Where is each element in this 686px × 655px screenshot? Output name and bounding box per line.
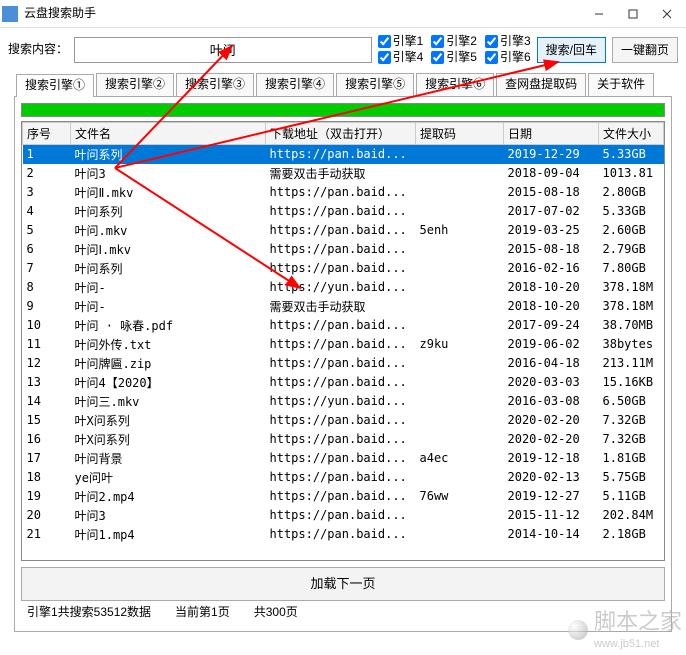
minimize-button[interactable]	[582, 1, 616, 27]
engine-checkbox-1[interactable]: 引擎1	[378, 34, 424, 50]
table-row[interactable]: 8叶问-https://yun.baid...2018-10-20378.18M	[23, 278, 664, 297]
tab-7[interactable]: 查网盘提取码	[496, 73, 586, 96]
flip-page-button[interactable]: 一键翻页	[612, 37, 678, 63]
results-table[interactable]: 序号 文件名 下载地址（双击打开） 提取码 日期 文件大小 1叶问系列https…	[21, 121, 665, 561]
status-total: 引擎1共搜索53512数据	[27, 605, 151, 621]
tab-3[interactable]: 搜索引擎③	[176, 73, 254, 96]
table-row[interactable]: 20叶问3https://pan.baid...2015-11-12202.84…	[23, 506, 664, 525]
status-page: 当前第1页	[175, 605, 230, 621]
table-row[interactable]: 5叶问.mkvhttps://pan.baid...5enh2019-03-25…	[23, 221, 664, 240]
engine-checkbox-2[interactable]: 引擎2	[431, 34, 477, 50]
tab-1[interactable]: 搜索引擎①	[16, 74, 94, 97]
engine-checkbox-5[interactable]: 引擎5	[431, 50, 477, 66]
load-more-button[interactable]: 加载下一页	[21, 567, 665, 601]
search-input[interactable]	[74, 37, 372, 63]
progress-bar	[21, 103, 665, 117]
col-seq[interactable]: 序号	[23, 122, 71, 144]
tab-8[interactable]: 关于软件	[588, 73, 654, 96]
table-row[interactable]: 2叶问3需要双击手动获取2018-09-041013.81	[23, 164, 664, 183]
table-row[interactable]: 10叶问 · 咏春.pdfhttps://pan.baid...2017-09-…	[23, 316, 664, 335]
col-size[interactable]: 文件大小	[599, 122, 664, 144]
status-bar: 引擎1共搜索53512数据 当前第1页 共300页	[21, 601, 665, 625]
close-button[interactable]	[650, 1, 684, 27]
table-row[interactable]: 12叶问牌匾.ziphttps://pan.baid...2016-04-182…	[23, 354, 664, 373]
window-title: 云盘搜索助手	[24, 6, 582, 22]
table-row[interactable]: 1叶问系列https://pan.baid...2019-12-295.33GB	[23, 144, 664, 164]
table-row[interactable]: 19叶问2.mp4https://pan.baid...76ww2019-12-…	[23, 487, 664, 506]
table-row[interactable]: 17叶问背景https://pan.baid...a4ec2019-12-181…	[23, 449, 664, 468]
table-row[interactable]: 9叶问-需要双击手动获取2018-10-20378.18M	[23, 297, 664, 316]
search-row: 搜索内容： 引擎1 引擎2 引擎3 引擎4 引擎5 引擎6 搜索/回车 一键翻页	[0, 28, 686, 71]
search-button[interactable]: 搜索/回车	[537, 37, 606, 63]
table-row[interactable]: 15叶X问系列https://pan.baid...2020-02-207.32…	[23, 411, 664, 430]
tab-5[interactable]: 搜索引擎⑤	[336, 73, 414, 96]
engine-checkbox-6[interactable]: 引擎6	[485, 50, 531, 66]
app-icon	[2, 6, 18, 22]
col-code[interactable]: 提取码	[416, 122, 504, 144]
search-label: 搜索内容：	[8, 42, 68, 58]
table-row[interactable]: 21叶问1.mp4https://pan.baid...2014-10-142.…	[23, 525, 664, 544]
tabs: 搜索引擎①搜索引擎②搜索引擎③搜索引擎④搜索引擎⑤搜索引擎⑥查网盘提取码关于软件	[0, 73, 686, 96]
table-row[interactable]: 13叶问4【2020】https://pan.baid...2020-03-03…	[23, 373, 664, 392]
engine-checkboxes: 引擎1 引擎2 引擎3 引擎4 引擎5 引擎6	[378, 34, 531, 65]
table-row[interactable]: 6叶问Ⅰ.mkvhttps://pan.baid...2015-08-182.7…	[23, 240, 664, 259]
tab-2[interactable]: 搜索引擎②	[96, 73, 174, 96]
window-titlebar: 云盘搜索助手	[0, 0, 686, 28]
engine-checkbox-4[interactable]: 引擎4	[378, 50, 424, 66]
col-url[interactable]: 下载地址（双击打开）	[266, 122, 416, 144]
table-row[interactable]: 4叶问系列https://pan.baid...2017-07-025.33GB	[23, 202, 664, 221]
col-name[interactable]: 文件名	[71, 122, 266, 144]
tab-6[interactable]: 搜索引擎⑥	[416, 73, 494, 96]
table-row[interactable]: 7叶问系列https://pan.baid...2016-02-167.80GB	[23, 259, 664, 278]
table-row[interactable]: 11叶问外传.txthttps://pan.baid...z9ku2019-06…	[23, 335, 664, 354]
col-date[interactable]: 日期	[504, 122, 599, 144]
results-panel: 序号 文件名 下载地址（双击打开） 提取码 日期 文件大小 1叶问系列https…	[14, 96, 672, 632]
table-row[interactable]: 18ye问叶https://pan.baid...2020-02-135.75G…	[23, 468, 664, 487]
table-row[interactable]: 14叶问三.mkvhttps://yun.baid...2016-03-086.…	[23, 392, 664, 411]
table-row[interactable]: 16叶X问系列https://pan.baid...2020-02-207.32…	[23, 430, 664, 449]
maximize-button[interactable]	[616, 1, 650, 27]
engine-checkbox-3[interactable]: 引擎3	[485, 34, 531, 50]
table-row[interactable]: 3叶问Ⅱ.mkvhttps://pan.baid...2015-08-182.8…	[23, 183, 664, 202]
status-pages: 共300页	[254, 605, 298, 621]
tab-4[interactable]: 搜索引擎④	[256, 73, 334, 96]
watermark-url: www.jb51.net	[594, 637, 682, 651]
